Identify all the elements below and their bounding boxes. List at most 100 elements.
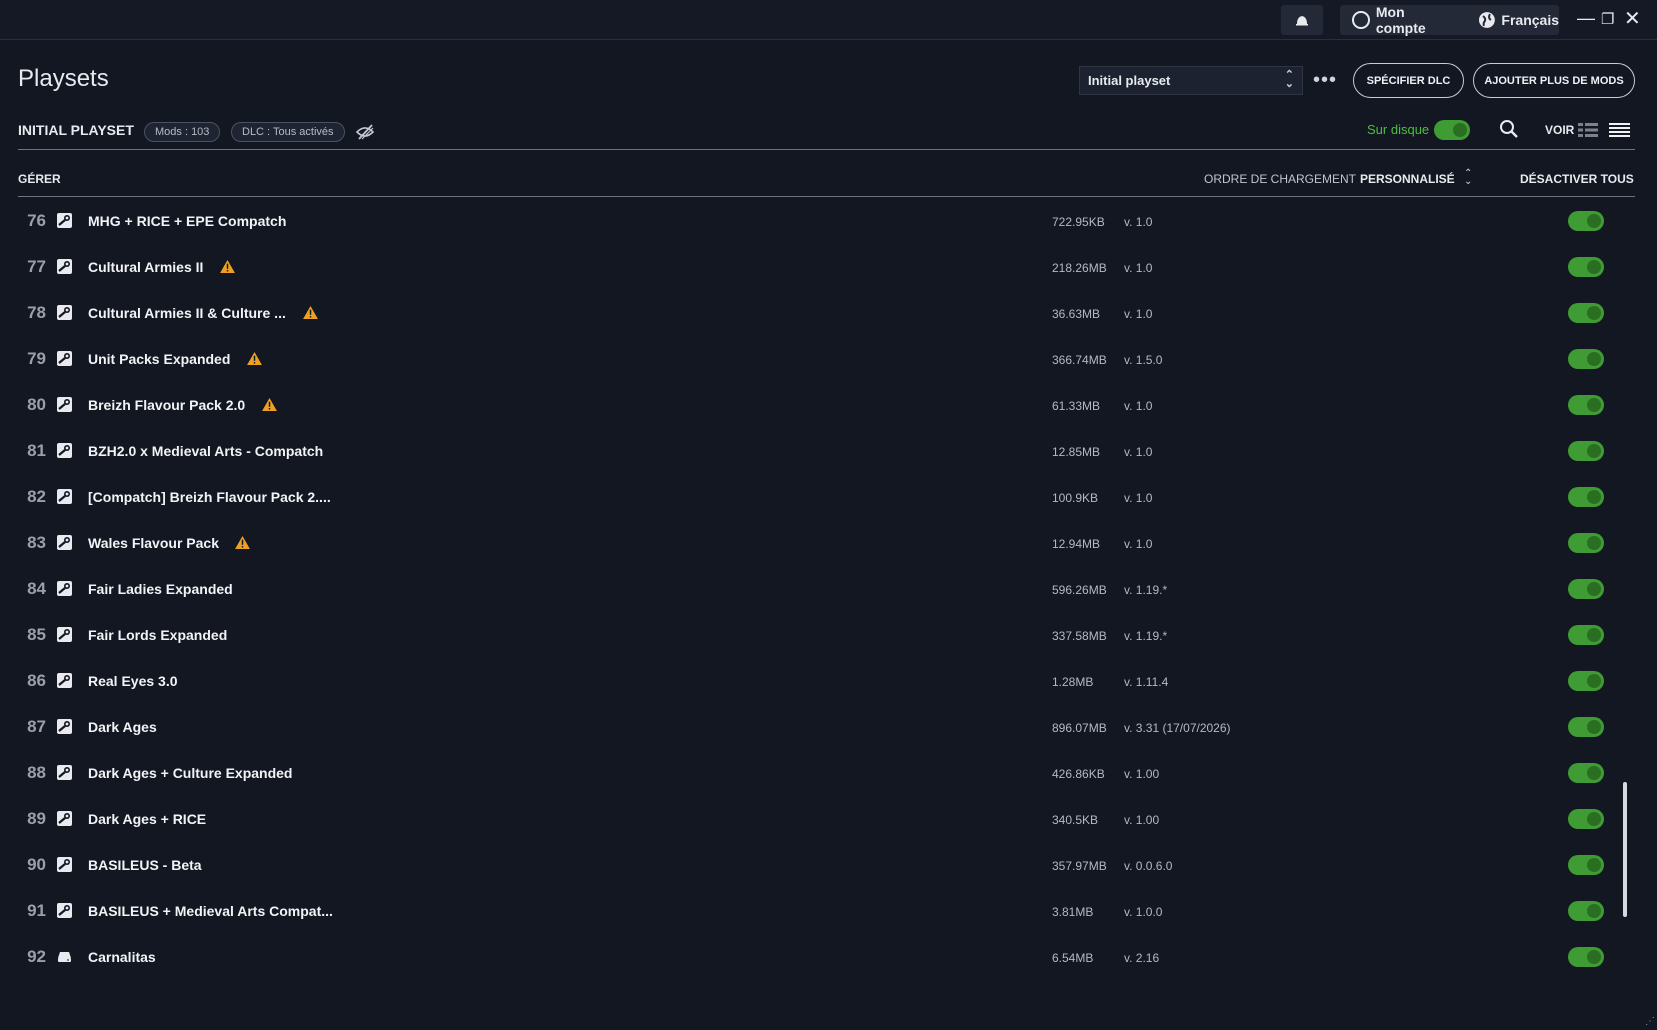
mod-name[interactable]: Cultural Armies II	[88, 259, 203, 275]
mod-enable-toggle[interactable]	[1568, 395, 1604, 415]
steam-icon	[57, 397, 72, 412]
title-bar: Mon compte Français — ❐ ✕	[0, 0, 1657, 40]
mod-row[interactable]: 84 Fair Ladies Expanded 596.26MB v. 1.19.*	[0, 565, 1657, 611]
mod-row[interactable]: 80 Breizh Flavour Pack 2.0 61.33MB v. 1.0	[0, 381, 1657, 427]
mod-name[interactable]: [Compatch] Breizh Flavour Pack 2....	[88, 489, 331, 505]
mod-row[interactable]: 89 Dark Ages + RICE 340.5KB v. 1.00	[0, 795, 1657, 841]
playset-select-value: Initial playset	[1088, 73, 1171, 88]
mod-enable-toggle[interactable]	[1568, 671, 1604, 691]
warning-icon[interactable]	[262, 398, 277, 416]
mod-name[interactable]: Real Eyes 3.0	[88, 673, 178, 689]
dlc-status-badge: DLC : Tous activés	[231, 122, 345, 142]
account-link[interactable]: Mon compte	[1376, 4, 1458, 36]
mod-size: 896.07MB	[1052, 721, 1107, 735]
grid-view-icon[interactable]	[1578, 122, 1598, 138]
mod-enable-toggle[interactable]	[1568, 901, 1604, 921]
mod-enable-toggle[interactable]	[1568, 763, 1604, 783]
mod-name[interactable]: Wales Flavour Pack	[88, 535, 219, 551]
steam-icon	[57, 719, 72, 734]
warning-icon[interactable]	[303, 306, 318, 324]
close-icon[interactable]: ✕	[1624, 6, 1641, 31]
mod-name[interactable]: BASILEUS + Medieval Arts Compat...	[88, 903, 333, 919]
mod-name[interactable]: Dark Ages + Culture Expanded	[88, 765, 292, 781]
language-selector[interactable]: Français	[1501, 12, 1559, 28]
mod-enable-toggle[interactable]	[1568, 303, 1604, 323]
mod-name[interactable]: MHG + RICE + EPE Compatch	[88, 213, 286, 229]
mod-name[interactable]: Cultural Armies II & Culture ...	[88, 305, 286, 321]
mod-name[interactable]: Fair Ladies Expanded	[88, 581, 233, 597]
load-order-select[interactable]: PERSONNALISÉ	[1360, 172, 1455, 186]
mod-row[interactable]: 77 Cultural Armies II 218.26MB v. 1.0	[0, 243, 1657, 289]
load-order-number: 88	[27, 763, 46, 782]
manage-header[interactable]: GÉRER	[18, 172, 61, 186]
scrollbar-thumb[interactable]	[1623, 782, 1627, 917]
warning-icon[interactable]	[220, 260, 235, 278]
on-disk-toggle[interactable]	[1434, 120, 1470, 140]
mod-enable-toggle[interactable]	[1568, 947, 1604, 967]
mod-version: v. 1.0	[1124, 215, 1153, 229]
mod-row[interactable]: 87 Dark Ages 896.07MB v. 3.31 (17/07/2026)	[0, 703, 1657, 749]
mod-name[interactable]: Carnalitas	[88, 949, 156, 965]
chevron-updown-icon[interactable]: ⌃ ⌄	[1464, 169, 1472, 187]
notifications-button[interactable]	[1281, 5, 1323, 35]
warning-icon[interactable]	[247, 352, 262, 370]
mod-row[interactable]: 82 [Compatch] Breizh Flavour Pack 2.... 10…	[0, 473, 1657, 519]
divider	[18, 149, 1635, 150]
mod-version: v. 2.16	[1124, 951, 1160, 965]
resize-grip-icon[interactable]: ⋰	[1645, 1016, 1655, 1027]
mod-version: v. 1.0	[1124, 491, 1153, 505]
mod-name[interactable]: Breizh Flavour Pack 2.0	[88, 397, 245, 413]
mod-enable-toggle[interactable]	[1568, 349, 1604, 369]
mod-row[interactable]: 79 Unit Packs Expanded 366.74MB v. 1.5.0	[0, 335, 1657, 381]
mod-enable-toggle[interactable]	[1568, 533, 1604, 553]
mod-row[interactable]: 85 Fair Lords Expanded 337.58MB v. 1.19.*	[0, 611, 1657, 657]
eye-off-icon[interactable]	[356, 124, 374, 140]
playset-select[interactable]: Initial playset ⌃ ⌄	[1079, 66, 1303, 95]
mod-enable-toggle[interactable]	[1568, 855, 1604, 875]
mod-row[interactable]: 86 Real Eyes 3.0 1.28MB v. 1.11.4	[0, 657, 1657, 703]
mod-name[interactable]: Fair Lords Expanded	[88, 627, 227, 643]
mod-name[interactable]: BASILEUS - Beta	[88, 857, 202, 873]
search-icon[interactable]	[1499, 119, 1519, 139]
steam-icon	[57, 765, 72, 780]
warning-icon[interactable]	[235, 536, 250, 554]
mod-size: 426.86KB	[1052, 767, 1105, 781]
mod-row[interactable]: 88 Dark Ages + Culture Expanded 426.86KB v.…	[0, 749, 1657, 795]
mod-row[interactable]: 78 Cultural Armies II & Culture ... 36.63M…	[0, 289, 1657, 335]
mod-row[interactable]: 83 Wales Flavour Pack 12.94MB v. 1.0	[0, 519, 1657, 565]
mod-row[interactable]: 76 MHG + RICE + EPE Compatch 722.95KB v. 1.…	[0, 197, 1657, 243]
load-order-label: ORDRE DE CHARGEMENT	[1204, 172, 1357, 186]
mod-version: v. 0.0.6.0	[1124, 859, 1173, 873]
steam-icon	[57, 259, 72, 274]
specify-dlc-button[interactable]: SPÉCIFIER DLC	[1353, 63, 1464, 98]
mod-enable-toggle[interactable]	[1568, 579, 1604, 599]
mod-enable-toggle[interactable]	[1568, 441, 1604, 461]
mod-name[interactable]: Unit Packs Expanded	[88, 351, 230, 367]
list-view-icon[interactable]	[1609, 122, 1630, 138]
mod-enable-toggle[interactable]	[1568, 487, 1604, 507]
disable-all-button[interactable]: DÉSACTIVER TOUS	[1520, 172, 1634, 186]
mod-row[interactable]: 92 Carnalitas 6.54MB v. 2.16	[0, 933, 1657, 979]
mod-enable-toggle[interactable]	[1568, 211, 1604, 231]
add-mods-button[interactable]: AJOUTER PLUS DE MODS	[1473, 63, 1635, 98]
mod-row[interactable]: 91 BASILEUS + Medieval Arts Compat... 3.81…	[0, 887, 1657, 933]
load-order-number: 91	[27, 901, 46, 920]
load-order-number: 78	[27, 303, 46, 322]
mod-name[interactable]: Dark Ages + RICE	[88, 811, 206, 827]
mod-enable-toggle[interactable]	[1568, 809, 1604, 829]
mod-version: v. 1.00	[1124, 813, 1160, 827]
restore-icon[interactable]: ❐	[1601, 10, 1614, 28]
mod-enable-toggle[interactable]	[1568, 257, 1604, 277]
load-order-number: 85	[27, 625, 46, 644]
more-options-icon[interactable]: •••	[1313, 69, 1337, 92]
view-label: VOIR	[1545, 123, 1575, 137]
mod-enable-toggle[interactable]	[1568, 625, 1604, 645]
mod-name[interactable]: BZH2.0 x Medieval Arts - Compatch	[88, 443, 323, 459]
mod-row[interactable]: 90 BASILEUS - Beta 357.97MB v. 0.0.6.0	[0, 841, 1657, 887]
mod-enable-toggle[interactable]	[1568, 717, 1604, 737]
mod-row[interactable]: 81 BZH2.0 x Medieval Arts - Compatch 12.85…	[0, 427, 1657, 473]
load-order-number: 77	[27, 257, 46, 276]
bell-icon	[1296, 16, 1308, 26]
mod-name[interactable]: Dark Ages	[88, 719, 157, 735]
minimize-icon[interactable]: —	[1577, 8, 1595, 29]
